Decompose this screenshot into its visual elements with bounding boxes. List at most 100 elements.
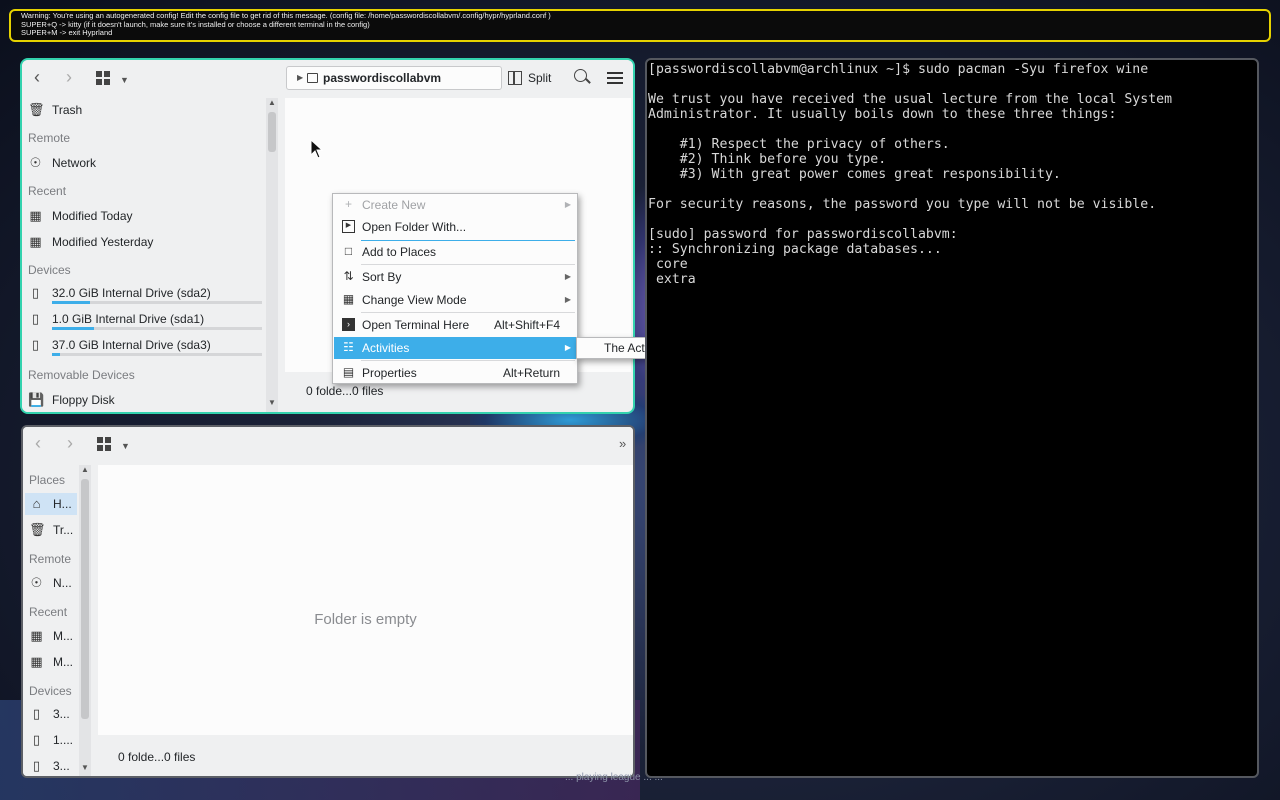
breadcrumb[interactable]: ▶ passwordiscollabvm	[286, 66, 502, 90]
toolbar: ‹ › ▼ »	[23, 427, 633, 463]
empty-folder-message: Folder is empty	[314, 611, 417, 628]
terminal-line: Administrator. It usually boils down to …	[648, 107, 1117, 122]
drive-usage-bar	[52, 353, 262, 356]
calendar-icon: ▦	[30, 654, 43, 669]
drive-usage-fill	[52, 301, 90, 304]
floppy-disk-icon: 💾	[28, 392, 45, 407]
status-bar: 0 folde...0 files	[104, 745, 210, 769]
sidebar-scrollbar[interactable]: ▲ ▼	[266, 98, 278, 412]
places-sidebar: Places ⌂ H... 🗑 Tr... Remote ☉ N... Rece…	[23, 463, 79, 776]
network-icon: ☉	[29, 155, 42, 170]
calendar-icon: ▦	[30, 628, 43, 643]
more-tools-icon[interactable]: »	[619, 434, 626, 454]
network-icon: ☉	[30, 575, 43, 590]
sidebar-item-label: 3...	[53, 759, 70, 773]
plus-icon: +	[344, 197, 352, 211]
view-mode-icon[interactable]	[96, 71, 110, 85]
sidebar-item-modified-today[interactable]: ▦ M...	[29, 625, 73, 647]
sidebar-heading-recent: Recent	[29, 605, 68, 619]
menu-item-label: Open Folder With...	[362, 220, 467, 234]
forward-button[interactable]: ›	[66, 67, 72, 87]
menu-item-label: Sort By	[362, 270, 402, 284]
folder-icon	[307, 73, 318, 83]
hard-drive-icon: ▯	[32, 706, 41, 721]
activities-icon: ☷	[343, 340, 354, 354]
chevron-down-icon[interactable]: ▼	[120, 70, 129, 90]
file-manager-window-bottom[interactable]: ‹ › ▼ » Places ⌂ H... 🗑 Tr... Remote ☉ N…	[21, 425, 635, 778]
hard-drive-icon: ▯	[31, 285, 40, 300]
scroll-up-arrow[interactable]: ▲	[266, 98, 278, 107]
sidebar-item-label: 3...	[53, 707, 70, 721]
back-button[interactable]: ‹	[35, 433, 41, 453]
terminal-line: We trust you have received the usual lec…	[648, 92, 1173, 107]
split-button[interactable]: Split	[508, 69, 551, 87]
scrollbar-thumb[interactable]	[268, 112, 276, 152]
hamburger-menu-icon[interactable]	[607, 72, 623, 84]
menu-item-properties[interactable]: ▤ Properties Alt+Return	[334, 362, 576, 384]
scroll-down-arrow[interactable]: ▼	[79, 763, 91, 772]
warning-line: SUPER+Q -> kitty (if it doesn't launch, …	[21, 19, 370, 29]
sidebar-item-label: M...	[53, 655, 73, 669]
properties-icon: ▤	[342, 365, 355, 379]
sidebar-item-label: 37.0 GiB Internal Drive (sda3)	[52, 338, 211, 352]
menu-shortcut: Alt+Return	[502, 366, 560, 380]
sidebar-item-label: 32.0 GiB Internal Drive (sda2)	[52, 286, 211, 300]
scrollbar-thumb[interactable]	[81, 479, 89, 719]
sidebar-heading-removable: Removable Devices	[28, 368, 135, 382]
sidebar-item-trash[interactable]: 🗑 Tr...	[29, 519, 73, 541]
drive-usage-bar	[52, 301, 262, 304]
terminal-line: [passwordiscollabvm@archlinux ~]$ sudo p…	[648, 62, 1149, 77]
back-button[interactable]: ‹	[34, 67, 40, 87]
sidebar-item-label: Modified Today	[52, 209, 133, 223]
sidebar-item-label: 1.0 GiB Internal Drive (sda1)	[52, 312, 205, 326]
sidebar-item-modified-yesterday[interactable]: ▦ Modified Yesterday	[28, 231, 153, 253]
config-warning-bar: Warning: You're using an autogenerated c…	[9, 9, 1271, 42]
sidebar-item-label: Tr...	[53, 523, 74, 537]
terminal-line: :: Synchronizing package databases...	[648, 242, 942, 257]
sidebar-item-label: Floppy Disk	[52, 393, 115, 407]
terminal-window[interactable]: [passwordiscollabvm@archlinux ~]$ sudo p…	[645, 58, 1259, 778]
menu-item-add-to-places[interactable]: □ Add to Places	[334, 241, 576, 263]
forward-button[interactable]: ›	[67, 433, 73, 453]
toolbar: ‹ › ▼ ▶ passwordiscollabvm Split	[22, 60, 633, 96]
sidebar-item-modified-today[interactable]: ▦ Modified Today	[28, 205, 133, 227]
sidebar-heading-recent: Recent	[28, 184, 67, 198]
terminal-line: #3) With great power comes great respons…	[648, 167, 1061, 182]
sidebar-item-modified-yesterday[interactable]: ▦ M...	[29, 651, 73, 673]
bookmark-add-icon: □	[344, 244, 353, 258]
chevron-down-icon[interactable]: ▼	[121, 436, 130, 456]
sidebar-item-drive[interactable]: ▯ 1....	[29, 729, 73, 751]
trash-icon: 🗑	[28, 102, 45, 117]
scroll-up-arrow[interactable]: ▲	[79, 465, 91, 474]
view-mode-icon[interactable]	[97, 437, 111, 451]
home-icon: ⌂	[32, 496, 41, 511]
hard-drive-icon: ▯	[32, 758, 41, 773]
scroll-down-arrow[interactable]: ▼	[266, 398, 278, 407]
sidebar-item-network[interactable]: ☉ Network	[28, 152, 96, 174]
search-icon[interactable]	[574, 69, 591, 84]
menu-item-open-terminal-here[interactable]: › Open Terminal Here Alt+Shift+F4	[334, 314, 576, 336]
mouse-cursor-icon	[310, 139, 324, 159]
sidebar-item-drive[interactable]: ▯ 3...	[29, 755, 70, 776]
sidebar-item-trash[interactable]: 🗑 Trash	[28, 99, 82, 121]
breadcrumb-folder[interactable]: passwordiscollabvm	[323, 71, 441, 85]
menu-item-change-view-mode[interactable]: ▦ Change View Mode ▶	[334, 289, 576, 311]
terminal-line: core	[648, 257, 688, 272]
sidebar-scrollbar[interactable]: ▲ ▼	[79, 465, 91, 776]
sidebar-item-floppy[interactable]: 💾 Floppy Disk	[28, 389, 115, 411]
sidebar-item-network[interactable]: ☉ N...	[29, 572, 72, 594]
menu-item-activities[interactable]: ☷ Activities ▶	[334, 337, 576, 359]
menu-item-create-new[interactable]: + Create New ▶	[334, 194, 576, 216]
sidebar-item-drive[interactable]: ▯ 3...	[29, 703, 70, 725]
menu-item-sort-by[interactable]: ⇅ Sort By ▶	[334, 266, 576, 288]
terminal-line: #2) Think before you type.	[648, 152, 887, 167]
menu-item-label: Open Terminal Here	[362, 318, 470, 332]
file-view[interactable]: Folder is empty	[98, 465, 633, 735]
menu-item-open-folder-with[interactable]: ▶ Open Folder With...	[334, 216, 576, 238]
sidebar-item-home[interactable]: ⌂ H...	[25, 493, 77, 515]
terminal-line: #1) Respect the privacy of others.	[648, 137, 950, 152]
menu-item-label: Change View Mode	[362, 293, 467, 307]
